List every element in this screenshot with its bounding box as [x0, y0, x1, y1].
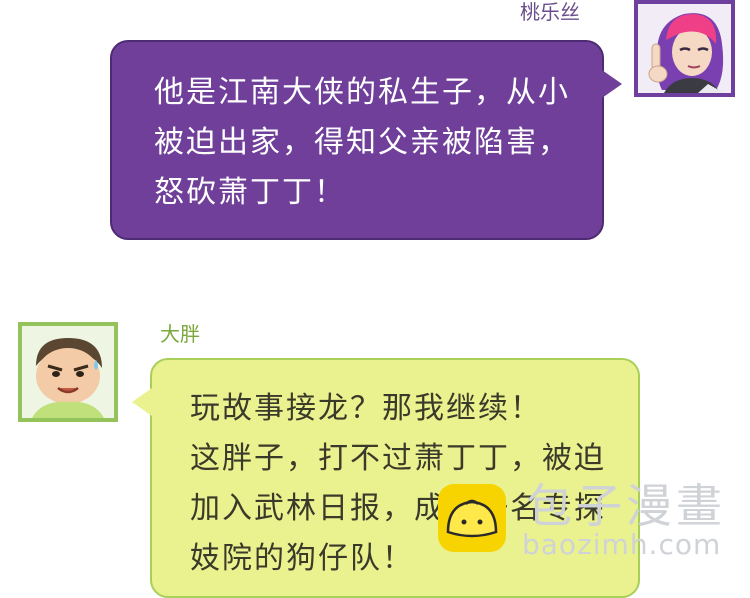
bubble-tail — [602, 70, 622, 98]
bubble-line: 被迫出家，得知父亲被陷害， — [154, 125, 570, 160]
speaker-name-left: 大胖 — [160, 322, 200, 346]
watermark: 包子漫畫 baozimh.com — [436, 478, 736, 561]
purple-haired-girl-avatar-icon — [634, 0, 735, 97]
bun-logo-icon — [438, 484, 506, 552]
speech-bubble-purple: 他是江南大侠的私生子，从小 被迫出家，得知父亲被陷害， 怒砍萧丁丁！ — [110, 40, 622, 240]
watermark-url: baozimh.com — [522, 528, 722, 561]
watermark-text: 包子漫畫 — [526, 479, 726, 533]
bubble-line: 这胖子，打不过萧丁丁，被迫 — [190, 441, 606, 476]
chubby-boy-avatar-icon — [18, 322, 118, 422]
bubble-tail — [132, 388, 152, 416]
bubble-line: 玩故事接龙？那我继续！ — [190, 391, 542, 426]
bubble-line: 怒砍萧丁丁！ — [154, 175, 346, 210]
speaker-name-right: 桃乐丝 — [520, 0, 580, 24]
bubble-line: 他是江南大侠的私生子，从小 — [154, 75, 570, 110]
